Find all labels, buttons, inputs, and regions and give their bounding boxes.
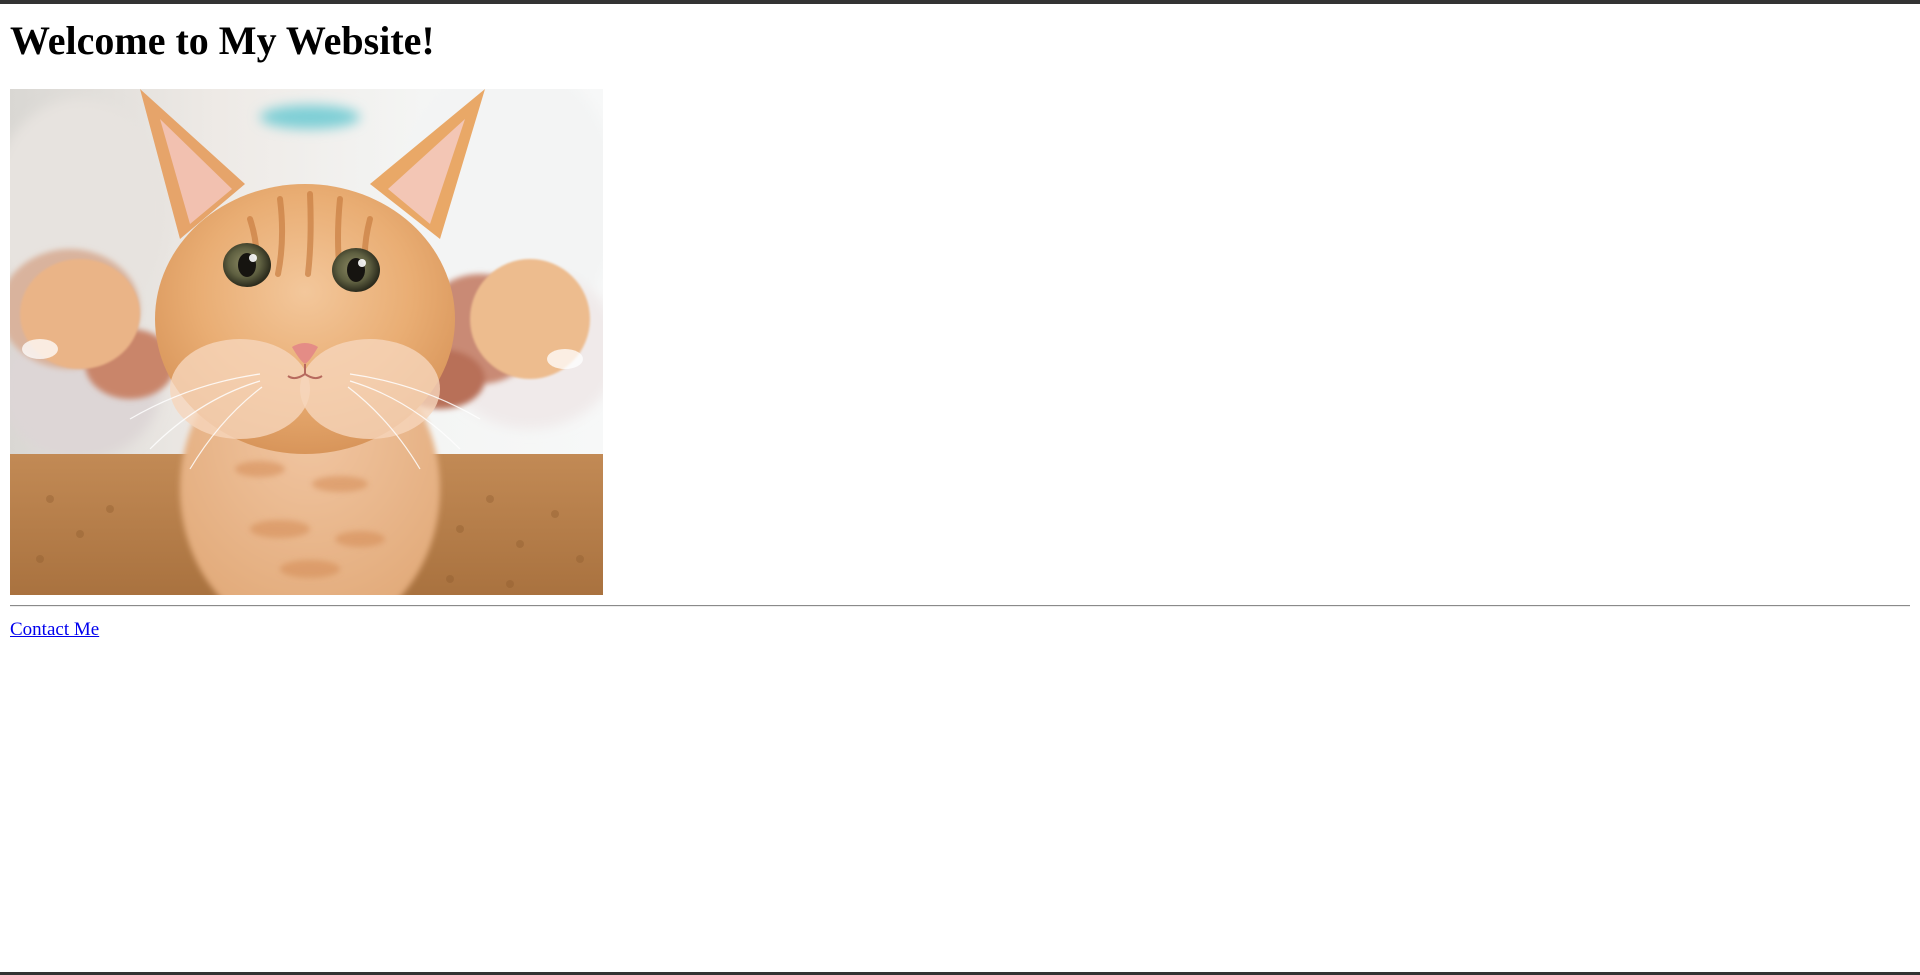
page-title: Welcome to My Website! (10, 18, 435, 63)
kitten-photo-graphic (10, 89, 603, 595)
kitten-photo (10, 89, 603, 595)
page-content: Welcome to My Website! Contact Me (0, 4, 1920, 641)
contact-me-link[interactable]: Contact Me (10, 619, 99, 640)
divider (10, 605, 1910, 607)
contact-row: Contact Me (10, 619, 1910, 641)
browser-viewport: Welcome to My Website! Contact Me (0, 0, 1920, 975)
